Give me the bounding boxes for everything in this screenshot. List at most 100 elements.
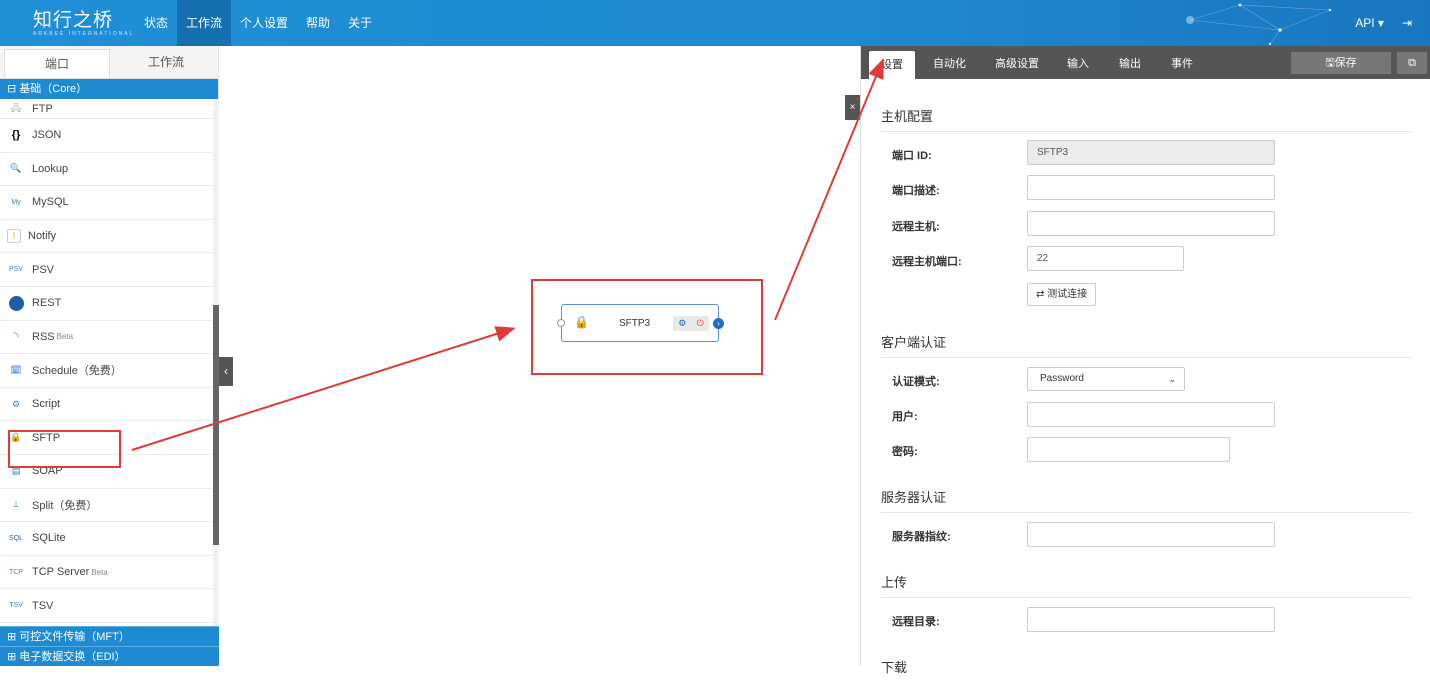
sftp-node-icon: 🔒 [574,315,589,329]
label-port-id: 端口 ID: [892,150,932,162]
psv-icon: PSV [8,266,23,274]
node-output-port[interactable]: › [713,318,724,329]
nav-workflow[interactable]: 工作流 [177,0,232,46]
password-field[interactable] [1027,437,1230,462]
top-bar: 知行之桥 ARKBEE INTERNATIONAL 状态 工作流 个人设置 帮助… [0,0,1430,46]
tsv-icon: TSV [9,602,23,610]
auth-mode-value: Password [1040,373,1084,384]
port-desc-field[interactable] [1027,175,1275,200]
user-field[interactable] [1027,402,1275,427]
bottom-groups: ⊞ 可控文件传输（MFT） ⊞ 电子数据交换（EDI） [0,626,219,666]
beta-badge: Beta [56,332,74,342]
connector-sqlite[interactable]: SQL SQLite [0,522,213,556]
tab-output[interactable]: 输出 [1119,46,1141,79]
connector-ftp[interactable]: 🖧 FTP [0,99,213,119]
port-id-field[interactable]: SFTP3 [1027,140,1275,165]
connector-tsv[interactable]: TSV TSV [0,589,213,623]
close-right-panel-button[interactable]: × [845,95,860,120]
tab-ports[interactable]: 端口 [4,49,110,78]
ftp-icon: 🖧 [10,102,22,113]
connector-list: 🖧 FTP {} JSON 🔍 Lookup My MySQL ! Notify… [0,99,213,626]
connector-mysql[interactable]: My MySQL [0,186,213,220]
connector-rss[interactable]: ◝ RSS Beta [0,321,213,355]
left-tabs: 端口 工作流 [0,46,218,79]
label-server-fingerprint: 服务器指纹: [892,531,951,543]
connector-json[interactable]: {} JSON [0,119,213,153]
group-edi[interactable]: ⊞ 电子数据交换（EDI） [0,646,219,666]
lookup-icon: 🔍 [10,163,22,174]
server-fingerprint-field[interactable] [1027,522,1275,547]
connector-panel: 端口 工作流 ⊟ 基础（Core） 🖧 FTP {} JSON 🔍 Lookup… [0,46,219,666]
connector-notify[interactable]: ! Notify [0,220,213,254]
label-password: 密码: [892,446,918,458]
sqlite-icon: SQL [8,534,23,542]
label-auth-mode: 认证模式: [892,376,940,388]
mysql-icon: My [11,198,21,206]
nav-personal-settings[interactable]: 个人设置 [231,0,297,46]
connector-split[interactable]: ⊥ Split（免费） [0,489,213,523]
collapse-left-panel-button[interactable]: ‹ [219,357,233,386]
section-download: 下载 [881,660,908,675]
rss-icon: ◝ [13,328,19,345]
connector-tcp-server[interactable]: TCP TCP Server Beta [0,556,213,590]
main-nav: 状态 工作流 个人设置 帮助 关于 [135,0,381,46]
section-host-config: 主机配置 [881,106,1411,132]
logo-subtext: ARKBEE INTERNATIONAL [33,31,135,37]
remote-port-field[interactable]: 22 [1027,246,1184,271]
settings-tabbar: 设置 自动化 高级设置 输入 输出 事件 🖫保存 ⧉ [861,46,1430,79]
section-server-auth: 服务器认证 [881,487,1411,513]
connector-schedule[interactable]: 🗓 Schedule（免费） [0,354,213,388]
group-core[interactable]: ⊟ 基础（Core） [0,79,218,99]
api-menu[interactable]: API ▾ [1355,16,1384,30]
chevron-down-icon: ⌄ [1168,374,1176,384]
group-mft[interactable]: ⊞ 可控文件传输（MFT） [0,626,219,646]
remote-host-field[interactable] [1027,211,1275,236]
gear-icon[interactable]: ⚙ [678,318,686,329]
split-icon: ⊥ [12,499,20,510]
auth-mode-select[interactable]: Password ⌄ [1027,367,1185,391]
label-port-desc: 端口描述: [892,185,940,197]
tcp-server-icon: TCP [9,568,23,576]
beta-badge: Beta [91,567,108,577]
node-title: SFTP3 [619,318,651,329]
tab-settings[interactable]: 设置 [869,51,915,79]
nav-status[interactable]: 状态 [135,0,177,46]
external-link-icon[interactable]: ⧉ [1397,52,1427,74]
logout-icon[interactable]: ⇥ [1402,16,1412,30]
remote-dir-field[interactable] [1027,607,1275,632]
connector-lookup[interactable]: 🔍 Lookup [0,153,213,187]
node-input-port[interactable] [557,319,565,327]
save-button[interactable]: 🖫保存 [1291,52,1391,74]
tab-workflows[interactable]: 工作流 [114,46,218,78]
sftp-node[interactable]: 🔒 SFTP3 ⚙ ⏻ › [557,304,724,342]
logo-text: 知行之桥 [33,9,114,31]
label-remote-dir: 远程目录: [892,616,940,628]
tab-automation[interactable]: 自动化 [933,46,966,79]
tab-events[interactable]: 事件 [1171,46,1193,79]
app-logo[interactable]: 知行之桥 ARKBEE INTERNATIONAL [33,9,134,37]
test-connection-button[interactable]: ⇄ 测试连接 [1027,283,1097,306]
tab-input[interactable]: 输入 [1067,46,1089,79]
rest-icon [7,294,25,312]
node-actions: ⚙ ⏻ [673,316,709,331]
nav-about[interactable]: 关于 [339,0,381,46]
nav-help[interactable]: 帮助 [297,0,339,46]
label-remote-host: 远程主机: [892,221,940,233]
tab-advanced-settings[interactable]: 高级设置 [995,46,1039,79]
section-client-auth: 客户端认证 [881,332,1411,358]
connector-rest[interactable]: REST [0,287,213,321]
annotation-highlight-sftp-item [8,430,121,468]
power-icon[interactable]: ⏻ [697,318,704,329]
top-right-area: API ▾ ⇥ [1355,0,1412,46]
notify-icon: ! [7,229,21,244]
settings-panel: 设置 自动化 高级设置 输入 输出 事件 🖫保存 ⧉ 主机配置 端口 ID: S… [860,46,1430,675]
connector-psv[interactable]: PSV PSV [0,253,213,287]
network-decoration [1186,3,1332,46]
scrollbar-thumb[interactable] [213,305,219,545]
schedule-icon: 🗓 [10,364,22,375]
script-icon: ⚙ [11,398,21,409]
section-upload: 上传 [881,572,1411,598]
connector-script[interactable]: ⚙ Script [0,388,213,422]
label-user: 用户: [892,411,918,423]
json-icon: {} [11,129,21,142]
